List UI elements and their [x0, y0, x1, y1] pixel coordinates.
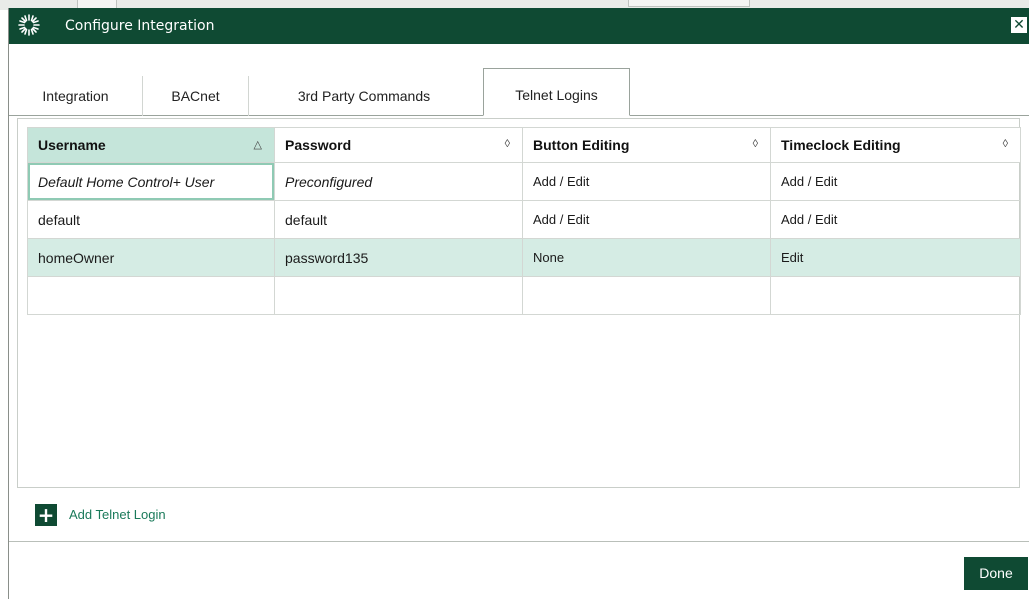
timeclock-editing-cell[interactable]: Edit: [770, 238, 1021, 277]
column-header-username[interactable]: Username △: [27, 127, 275, 163]
dialog-title: Configure Integration: [65, 18, 215, 34]
sort-icon: ◊: [504, 138, 510, 150]
background-control: [628, 0, 750, 7]
password-cell[interactable]: default: [274, 200, 523, 239]
tab-label: Integration: [42, 88, 109, 104]
password-cell[interactable]: [274, 276, 523, 315]
done-button[interactable]: Done: [964, 557, 1028, 590]
footer-divider: [9, 541, 1029, 542]
table-row-selected[interactable]: homeOwner password135 None Edit: [27, 238, 1021, 277]
sort-icon: ◊: [752, 138, 758, 150]
timeclock-editing-cell[interactable]: Add / Edit: [770, 162, 1021, 201]
button-editing-cell[interactable]: Add / Edit: [522, 200, 771, 239]
sort-ascending-icon: △: [253, 139, 262, 151]
username-cell[interactable]: homeOwner: [27, 238, 275, 277]
column-header-label: Button Editing: [533, 137, 630, 153]
column-header-label: Password: [285, 137, 352, 153]
timeclock-editing-cell[interactable]: Add / Edit: [770, 200, 1021, 239]
telnet-logins-panel: Username △ Password ◊ Button Editing ◊ T…: [17, 118, 1021, 488]
username-cell[interactable]: default: [27, 200, 275, 239]
tab-3rd-party-commands[interactable]: 3rd Party Commands: [249, 76, 479, 116]
title-bar: Configure Integration ✕: [9, 8, 1029, 44]
button-editing-cell[interactable]: Add / Edit: [522, 162, 771, 201]
tab-label: BACnet: [171, 88, 220, 104]
table-row-empty[interactable]: [27, 276, 1021, 315]
column-header-password[interactable]: Password ◊: [274, 127, 523, 163]
tab-bacnet[interactable]: BACnet: [143, 76, 249, 116]
column-header-button-editing[interactable]: Button Editing ◊: [522, 127, 771, 163]
column-header-label: Timeclock Editing: [781, 137, 901, 153]
username-cell[interactable]: [27, 276, 275, 315]
sort-icon: ◊: [1002, 138, 1008, 150]
tab-telnet-logins[interactable]: Telnet Logins: [483, 68, 630, 116]
username-cell[interactable]: Default Home Control+ User: [27, 162, 275, 201]
table-row[interactable]: default default Add / Edit Add / Edit: [27, 200, 1021, 239]
tab-label: Telnet Logins: [515, 87, 598, 103]
plus-icon[interactable]: +: [35, 504, 57, 526]
column-header-timeclock-editing[interactable]: Timeclock Editing ◊: [770, 127, 1021, 163]
table-header-row: Username △ Password ◊ Button Editing ◊ T…: [27, 127, 1021, 163]
telnet-logins-table: Username △ Password ◊ Button Editing ◊ T…: [27, 127, 1021, 315]
password-cell[interactable]: password135: [274, 238, 523, 277]
timeclock-editing-cell[interactable]: [770, 276, 1021, 315]
table-row[interactable]: Default Home Control+ User Preconfigured…: [27, 162, 1021, 201]
add-telnet-login-label[interactable]: Add Telnet Login: [69, 507, 166, 522]
column-header-label: Username: [38, 137, 106, 153]
button-editing-cell[interactable]: [522, 276, 771, 315]
tab-strip: Integration BACnet 3rd Party Commands Te…: [9, 68, 1029, 116]
password-cell[interactable]: Preconfigured: [274, 162, 523, 201]
lutron-starburst-icon: [18, 14, 40, 36]
configure-integration-dialog: Configure Integration ✕ Integration BACn…: [8, 8, 1029, 599]
tab-integration[interactable]: Integration: [9, 76, 143, 116]
close-icon[interactable]: ✕: [1011, 17, 1027, 33]
tab-label: 3rd Party Commands: [297, 88, 431, 104]
button-editing-cell[interactable]: None: [522, 238, 771, 277]
